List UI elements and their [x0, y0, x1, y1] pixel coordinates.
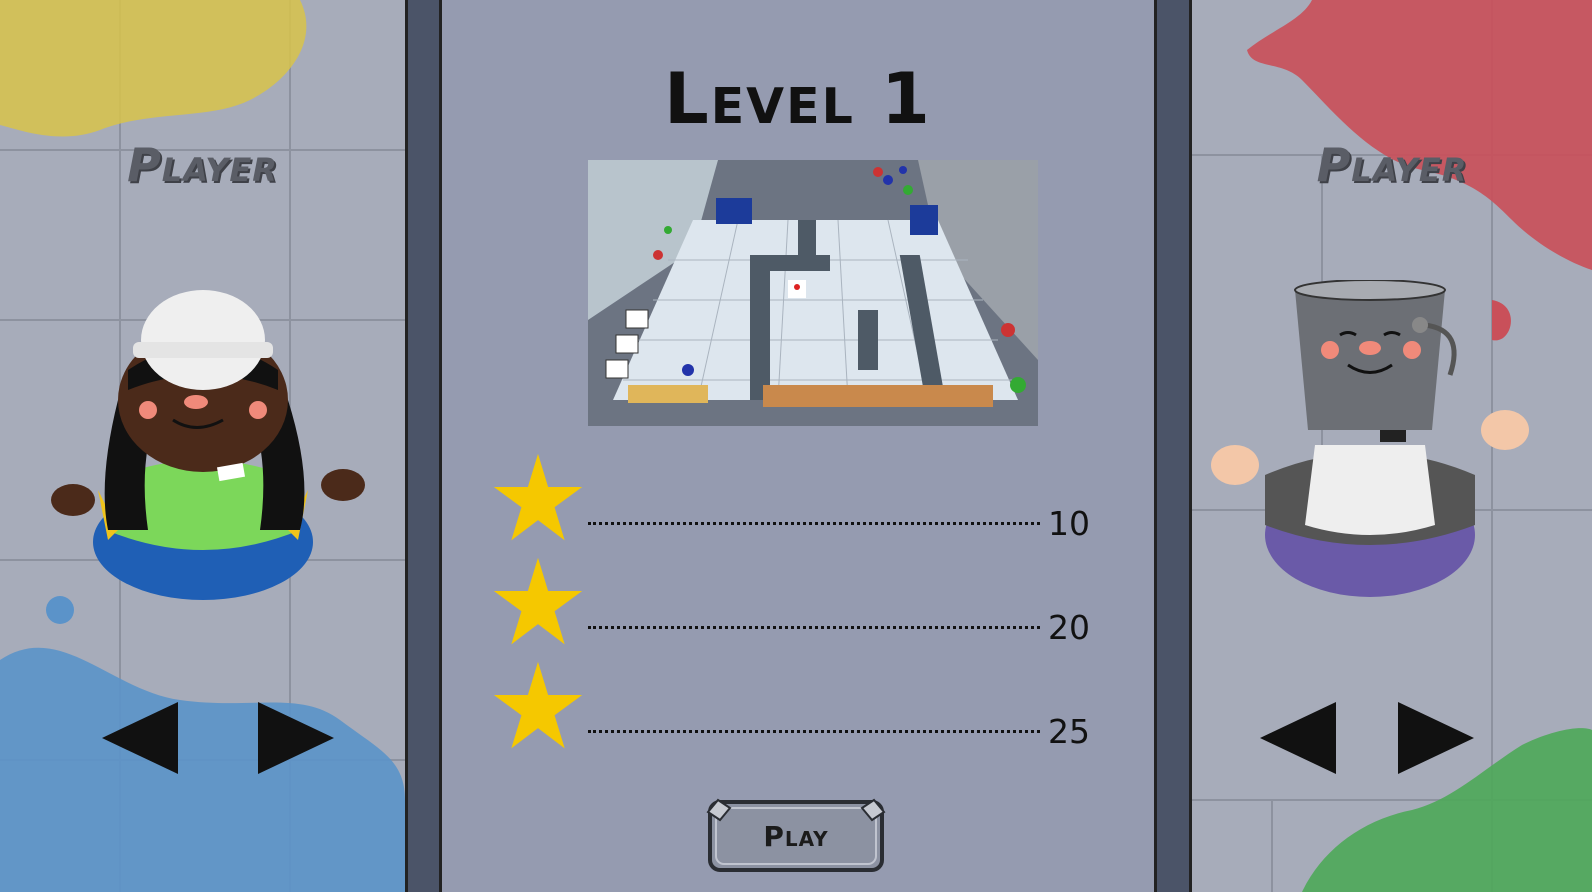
right-player-label: Player: [1316, 138, 1468, 192]
level-panel: Level 1 10 20 25 Play: [442, 0, 1154, 892]
bucket-character: [1211, 280, 1529, 597]
play-button[interactable]: Play: [706, 798, 886, 874]
star-score: 25: [1048, 712, 1090, 751]
right-next-arrow-icon[interactable]: [1396, 700, 1476, 776]
star-icon: [493, 557, 583, 645]
left-player-label: Player: [127, 138, 278, 192]
left-prev-arrow-icon[interactable]: [100, 700, 180, 776]
level-title: Level 1: [664, 58, 932, 140]
left-next-arrow-icon[interactable]: [256, 700, 336, 776]
star-icon: [493, 453, 583, 541]
dotted-leader: [588, 512, 1040, 525]
star-score: 10: [1048, 504, 1090, 543]
star-threshold-3: 25: [492, 660, 1102, 760]
left-divider: [405, 0, 442, 892]
right-player-panel: Player: [1192, 0, 1592, 892]
construction-worker-character: [51, 290, 365, 600]
star-icon: [493, 661, 583, 749]
star-threshold-2: 20: [492, 556, 1102, 656]
dotted-leader: [588, 616, 1040, 629]
right-prev-arrow-icon[interactable]: [1258, 700, 1338, 776]
star-threshold-1: 10: [492, 452, 1102, 552]
star-score: 20: [1048, 608, 1090, 647]
play-button-label: Play: [763, 820, 829, 853]
dotted-leader: [588, 720, 1040, 733]
level-preview-image: [588, 160, 1038, 426]
left-player-panel: Player: [0, 0, 405, 892]
right-divider: [1154, 0, 1192, 892]
